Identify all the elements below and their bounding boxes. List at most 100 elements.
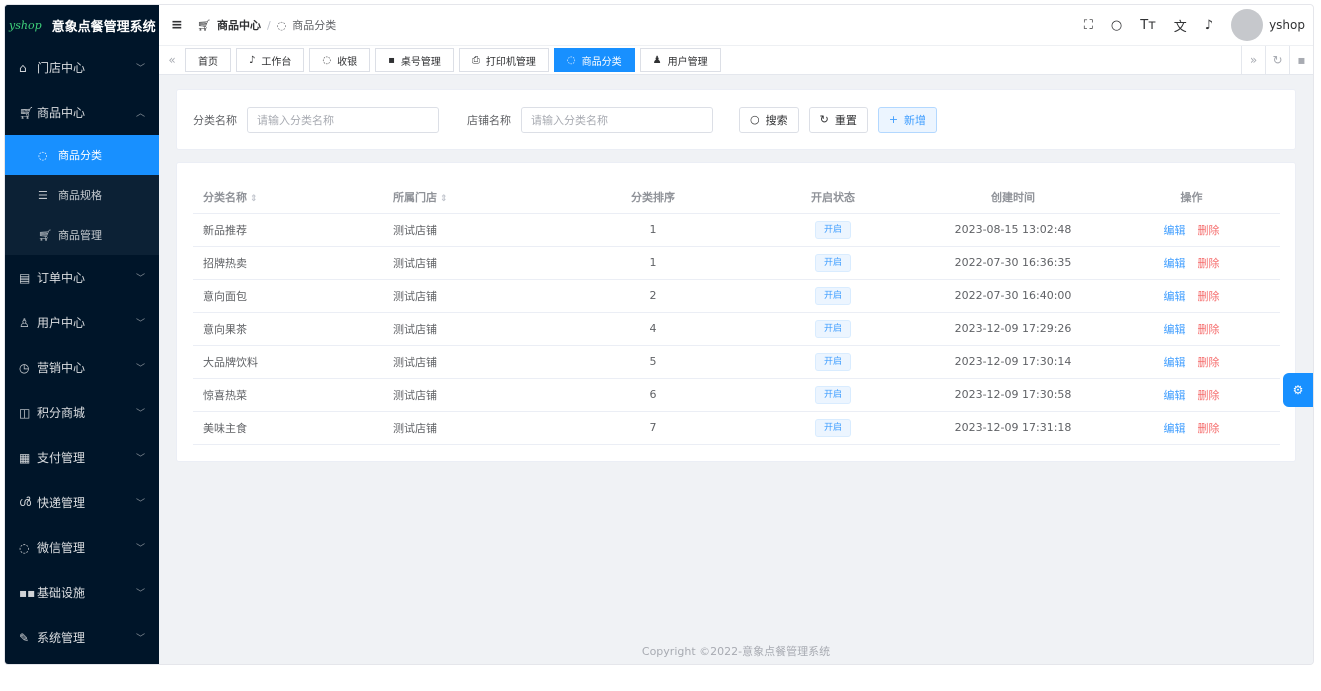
sidebar-item-product-center[interactable]: 🛒︎ 商品中心 ︿ bbox=[5, 90, 159, 135]
table-row: 新品推荐 测试店铺 1 开启 2023-08-15 13:02:48 编辑 删除 bbox=[193, 213, 1280, 247]
table-row: 美味主食 测试店铺 7 开启 2023-12-09 17:31:18 编辑 删除 bbox=[193, 411, 1280, 445]
column-header-shop[interactable]: 所属门店 ⇕ bbox=[383, 181, 563, 214]
chevron-down-icon: ﹀ bbox=[135, 409, 145, 419]
edit-button[interactable]: 编辑 bbox=[1164, 422, 1186, 435]
chevron-down-icon: ﹀ bbox=[135, 634, 145, 644]
delete-button[interactable]: 删除 bbox=[1198, 356, 1220, 369]
font-size-icon[interactable]: Tт bbox=[1140, 18, 1156, 33]
chat-icon: ◌ bbox=[38, 148, 48, 162]
sidebar-item-marketing-center[interactable]: ◷ 营销中心 ﹀ bbox=[5, 345, 159, 390]
sidebar-item-label: 订单中心 bbox=[37, 271, 86, 285]
shop-name-input[interactable]: 请输入分类名称 bbox=[521, 106, 713, 133]
delete-button[interactable]: 删除 bbox=[1198, 323, 1220, 336]
breadcrumb-item[interactable]: 商品中心 bbox=[217, 17, 261, 33]
delete-button[interactable]: 删除 bbox=[1198, 257, 1220, 270]
tab-workbench[interactable]: ♪ 工作台 bbox=[236, 48, 305, 72]
brand[interactable]: yshop 意象点餐管理系统 bbox=[5, 5, 159, 45]
cell-name: 新品推荐 bbox=[193, 213, 383, 247]
delete-button[interactable]: 删除 bbox=[1198, 389, 1220, 402]
column-header-name[interactable]: 分类名称 ⇕ bbox=[193, 181, 383, 214]
apps-icon: ▪▪ bbox=[19, 585, 36, 600]
tab-home[interactable]: 首页 bbox=[185, 48, 231, 72]
avatar[interactable] bbox=[1231, 9, 1264, 41]
tab-product-category[interactable]: ◌ 商品分类 bbox=[553, 48, 635, 72]
scroll-right-icon[interactable]: » bbox=[1241, 46, 1265, 74]
sidebar-item-user-center[interactable]: ♙ 用户中心 ﹀ bbox=[5, 300, 159, 345]
cell-created: 2022-07-30 16:40:00 bbox=[923, 279, 1103, 313]
cell-shop: 测试店铺 bbox=[383, 213, 563, 247]
cell-shop: 测试店铺 bbox=[383, 312, 563, 346]
tab-table-number[interactable]: ▪ 桌号管理 bbox=[375, 48, 454, 72]
edit-button[interactable]: 编辑 bbox=[1164, 389, 1186, 402]
delete-button[interactable]: 删除 bbox=[1198, 224, 1220, 237]
sidebar-item-wechat[interactable]: ◌ 微信管理 ﹀ bbox=[5, 525, 159, 570]
refresh-icon[interactable]: ↻ bbox=[1265, 46, 1289, 74]
reset-button[interactable]: ↻ 重置 bbox=[808, 106, 868, 133]
printer-icon: ⎙ bbox=[471, 54, 480, 66]
username[interactable]: yshop bbox=[1269, 18, 1305, 32]
chat-icon: ◌ bbox=[566, 54, 576, 66]
app-window: yshop 意象点餐管理系统 ⌂ 门店中心 ﹀ 🛒︎ 商品中心 ︿ ◌ 商品分类… bbox=[4, 4, 1314, 665]
edit-button[interactable]: 编辑 bbox=[1164, 224, 1186, 237]
clock-icon: ◷ bbox=[19, 360, 30, 375]
cart-icon: 🛒︎ bbox=[38, 228, 52, 242]
submenu-product-center: ◌ 商品分类 ☰ 商品规格 🛒︎ 商品管理 bbox=[5, 135, 159, 255]
edit-button[interactable]: 编辑 bbox=[1164, 257, 1186, 270]
menu-toggle-icon[interactable]: ≡ bbox=[171, 17, 197, 33]
plus-icon: + bbox=[888, 113, 899, 126]
breadcrumb-item: 商品分类 bbox=[292, 19, 337, 32]
sidebar-item-label: 商品规格 bbox=[58, 189, 102, 202]
cell-actions: 编辑 删除 bbox=[1103, 279, 1280, 313]
search-icon[interactable]: ○ bbox=[1111, 18, 1122, 33]
cell-created: 2022-07-30 16:36:35 bbox=[923, 246, 1103, 280]
sidebar-item-order-center[interactable]: ▤ 订单中心 ﹀ bbox=[5, 255, 159, 300]
sidebar-item-store-center[interactable]: ⌂ 门店中心 ﹀ bbox=[5, 45, 159, 90]
home-icon: ⌂ bbox=[19, 60, 27, 75]
sidebar-item-points-mall[interactable]: ◫ 积分商城 ﹀ bbox=[5, 390, 159, 435]
bag-icon: ◫ bbox=[19, 405, 31, 420]
sidebar-item-payment[interactable]: ▦ 支付管理 ﹀ bbox=[5, 435, 159, 480]
tab-user-manage[interactable]: ♟ 用户管理 bbox=[639, 48, 721, 72]
delete-button[interactable]: 删除 bbox=[1198, 290, 1220, 303]
translate-icon[interactable]: 文 bbox=[1174, 16, 1187, 35]
sidebar-item-product-manage[interactable]: 🛒︎ 商品管理 bbox=[5, 215, 159, 255]
add-button[interactable]: + 新增 bbox=[877, 106, 938, 133]
table-row: 招牌热卖 测试店铺 1 开启 2022-07-30 16:36:35 编辑 删除 bbox=[193, 246, 1280, 280]
cell-shop: 测试店铺 bbox=[383, 246, 563, 280]
search-button[interactable]: ○ 搜索 bbox=[739, 106, 799, 133]
scroll-left-icon[interactable]: « bbox=[159, 53, 185, 67]
grid-icon: ▦ bbox=[19, 450, 31, 465]
edit-button[interactable]: 编辑 bbox=[1164, 323, 1186, 336]
sidebar-item-label: 商品中心 bbox=[37, 106, 86, 120]
fullscreen-icon[interactable]: ⛶ bbox=[1084, 18, 1093, 33]
column-header-created: 创建时间 bbox=[923, 181, 1103, 214]
settings-gear-icon[interactable]: ⚙ bbox=[1283, 373, 1313, 407]
cell-created: 2023-08-15 13:02:48 bbox=[923, 213, 1103, 247]
breadcrumb-separator: / bbox=[266, 18, 271, 32]
clipboard-icon: ▤ bbox=[19, 270, 31, 285]
sidebar-item-system[interactable]: ✎ 系统管理 ﹀ bbox=[5, 615, 159, 660]
cell-status: 开启 bbox=[743, 213, 923, 247]
sort-icon[interactable]: ⇕ bbox=[250, 194, 258, 204]
sidebar-item-infrastructure[interactable]: ▪▪ 基础设施 ﹀ bbox=[5, 570, 159, 615]
status-badge: 开启 bbox=[814, 385, 851, 404]
sidebar-item-product-spec[interactable]: ☰ 商品规格 bbox=[5, 175, 159, 215]
edit-button[interactable]: 编辑 bbox=[1164, 356, 1186, 369]
delete-button[interactable]: 删除 bbox=[1198, 422, 1220, 435]
shop-name-label: 店铺名称 bbox=[467, 113, 511, 127]
tab-cashier[interactable]: ◌ 收银 bbox=[309, 48, 371, 72]
sidebar-item-express[interactable]: ൾ 快递管理 ﹀ bbox=[5, 480, 159, 525]
sort-icon[interactable]: ⇕ bbox=[440, 194, 448, 204]
search-icon: ○ bbox=[750, 113, 760, 126]
apps-icon[interactable]: ▪ bbox=[1289, 46, 1313, 74]
bell-icon[interactable]: ♪ bbox=[1205, 18, 1213, 33]
tab-label: 工作台 bbox=[261, 56, 292, 68]
edit-button[interactable]: 编辑 bbox=[1164, 290, 1186, 303]
chevron-down-icon: ﹀ bbox=[135, 499, 145, 509]
sidebar-item-product-category[interactable]: ◌ 商品分类 bbox=[5, 135, 159, 175]
cell-actions: 编辑 删除 bbox=[1103, 345, 1280, 379]
tab-printer[interactable]: ⎙ 打印机管理 bbox=[458, 48, 549, 72]
cell-created: 2023-12-09 17:31:18 bbox=[923, 411, 1103, 445]
cell-sort: 7 bbox=[563, 411, 743, 445]
category-name-input[interactable]: 请输入分类名称 bbox=[247, 106, 439, 133]
